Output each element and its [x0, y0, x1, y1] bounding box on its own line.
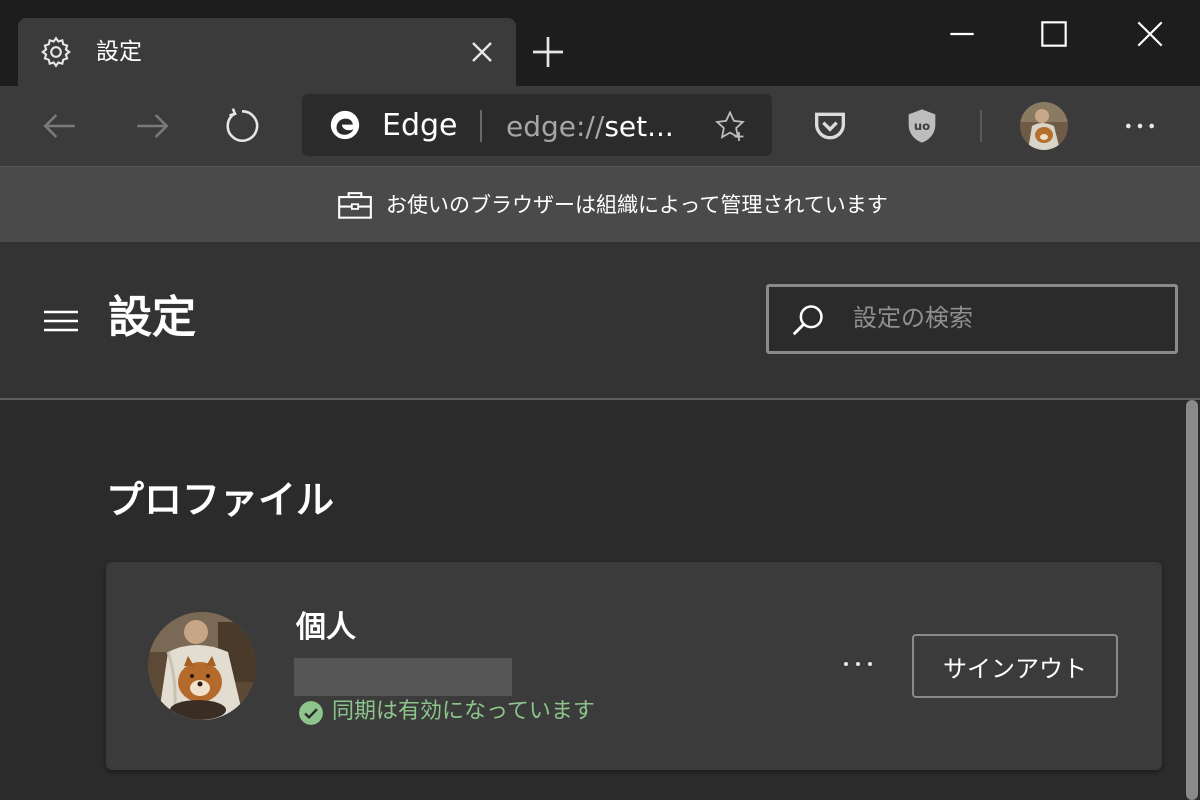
- url-text[interactable]: edge://set...: [506, 112, 674, 142]
- refresh-icon[interactable]: [220, 104, 264, 148]
- avatar-photo: [1020, 102, 1068, 150]
- profile-section-title: プロファイル: [106, 478, 335, 522]
- pocket-icon[interactable]: [810, 106, 850, 146]
- forward-arrow-icon[interactable]: [130, 104, 174, 148]
- address-bar[interactable]: Edge edge://set...: [302, 94, 772, 156]
- search-input[interactable]: [853, 301, 1153, 335]
- url-rest: set...: [604, 110, 674, 143]
- site-name: Edge: [382, 108, 458, 143]
- new-tab-plus-icon[interactable]: [528, 32, 568, 72]
- maximize-icon[interactable]: [1034, 14, 1074, 54]
- url-prefix: edge://: [506, 110, 605, 143]
- search-icon: [792, 305, 823, 336]
- avatar: [148, 612, 256, 720]
- address-separator: [480, 110, 482, 142]
- profile-avatar-button[interactable]: [1020, 102, 1068, 150]
- scrollbar-thumb[interactable]: [1186, 400, 1198, 800]
- profile-name: 個人: [296, 610, 356, 645]
- managed-by-organization-bar: お使いのブラウザーは組織によって管理されています: [0, 166, 1200, 243]
- toolbar: Edge edge://set... uo: [0, 86, 1200, 166]
- more-horizontal-icon[interactable]: [1120, 106, 1160, 146]
- minimize-icon[interactable]: [942, 14, 982, 54]
- window-close-icon[interactable]: [1130, 14, 1170, 54]
- settings-header: 設定: [0, 242, 1200, 400]
- profile-more-icon[interactable]: [840, 650, 876, 678]
- star-add-icon[interactable]: [712, 108, 748, 144]
- tab-settings[interactable]: 設定: [18, 18, 516, 86]
- back-arrow-icon[interactable]: [38, 104, 82, 148]
- edge-logo-icon: [330, 110, 360, 140]
- check-circle-icon: [299, 701, 323, 725]
- sync-status: 同期は有効になっています: [332, 699, 595, 724]
- profile-photo: [148, 612, 256, 720]
- managed-notice-text[interactable]: お使いのブラウザーは組織によって管理されています: [386, 191, 888, 219]
- toolbar-separator: [980, 110, 982, 142]
- sign-out-button[interactable]: サインアウト: [912, 634, 1118, 698]
- profile-card: 個人 同期は有効になっています サインアウト: [106, 562, 1162, 770]
- svg-text:uo: uo: [914, 119, 930, 133]
- profile-email-redacted: [294, 658, 512, 696]
- ublock-origin-icon[interactable]: uo: [902, 106, 942, 146]
- scrollbar[interactable]: [1182, 400, 1200, 800]
- tab-title: 設定: [96, 39, 142, 65]
- title-bar: 設定: [0, 0, 1200, 86]
- settings-content: プロファイル 個人 同期は有効になっています サインアウト: [0, 400, 1182, 800]
- briefcase-icon: [338, 192, 372, 219]
- page-title: 設定: [108, 292, 196, 343]
- close-icon[interactable]: [464, 34, 500, 70]
- settings-search-box[interactable]: [766, 284, 1178, 354]
- hamburger-menu-icon[interactable]: [40, 306, 82, 336]
- gear-icon: [41, 36, 71, 68]
